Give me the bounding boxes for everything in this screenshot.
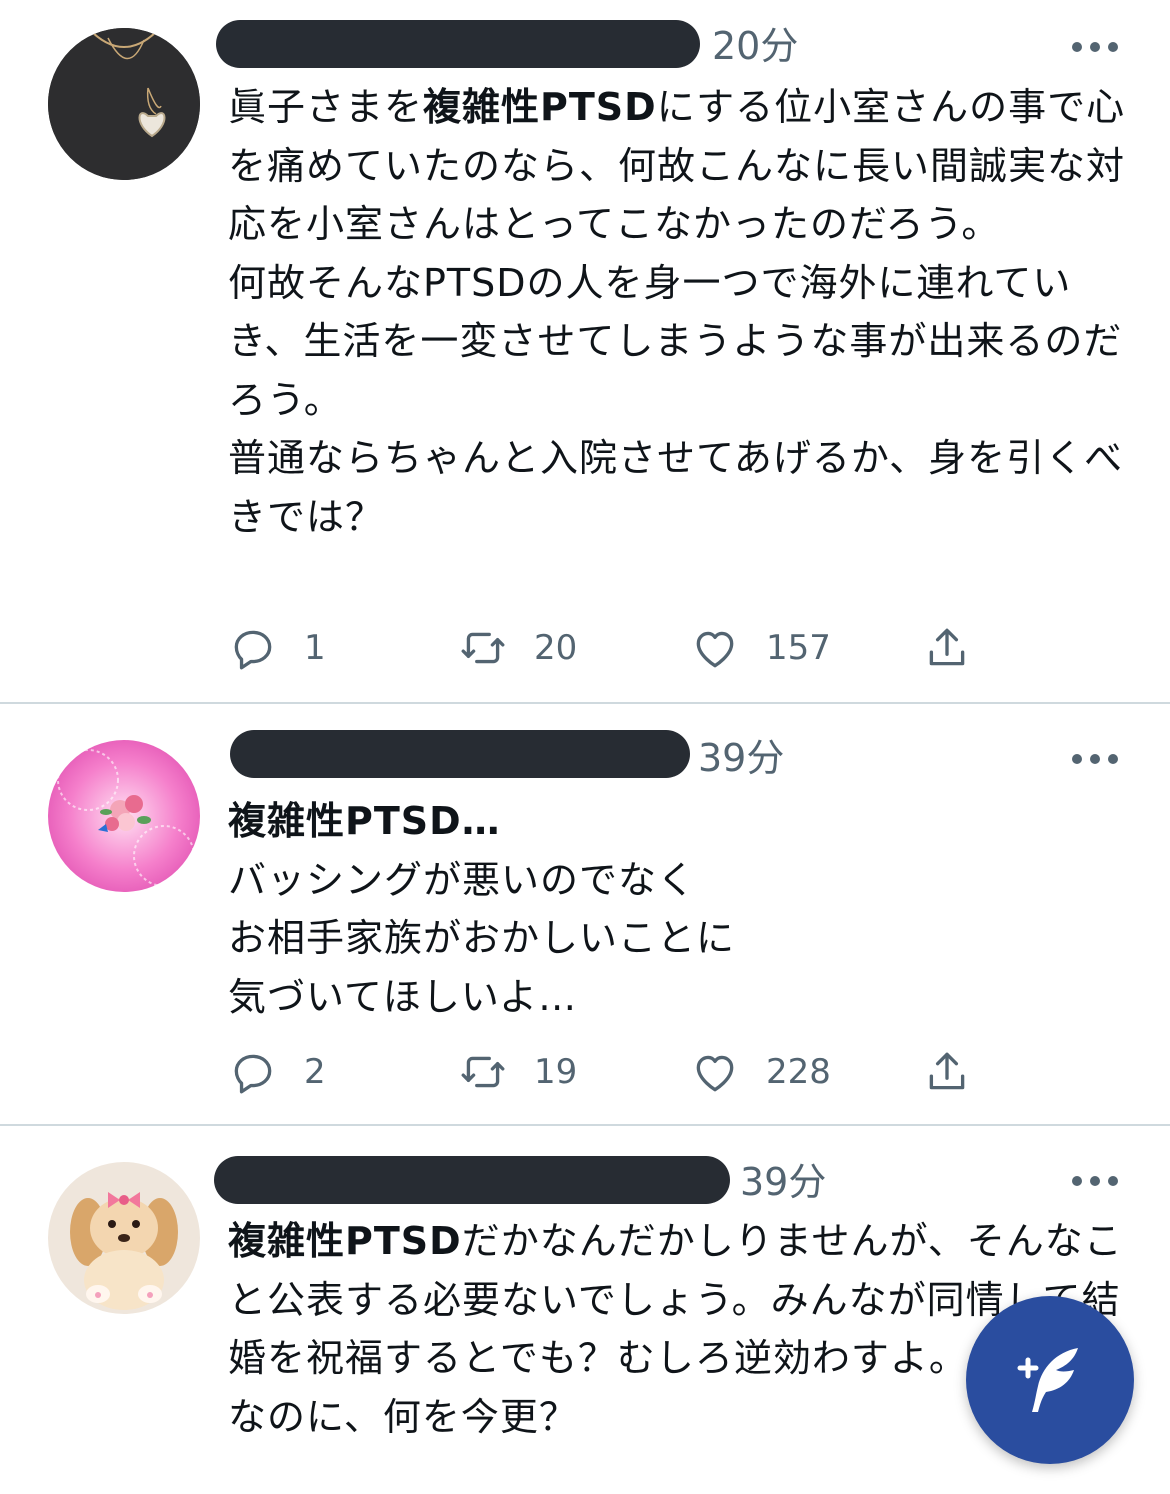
tweet-text-segment: バッシングが悪いのでなく お相手家族がおかしいことに 気づいてほしいよ…	[228, 857, 736, 1019]
reply-icon	[234, 1054, 272, 1094]
avatar[interactable]	[48, 28, 200, 180]
avatar-flower-image	[48, 740, 200, 892]
retweet-count: 19	[534, 1052, 578, 1092]
heart-icon	[696, 631, 734, 668]
redacted-username	[216, 20, 700, 68]
tweet-text: 複雑性PTSD… バッシングが悪いのでなく お相手家族がおかしいことに 気づいて…	[228, 792, 1128, 1026]
reply-count: 1	[304, 628, 326, 668]
more-icon[interactable]	[1072, 754, 1118, 764]
like-count: 228	[766, 1052, 831, 1092]
avatar-plush-dog-image	[48, 1162, 200, 1314]
tweet-time: 20分	[712, 24, 799, 68]
avatar[interactable]	[48, 740, 200, 892]
retweet-button[interactable]: 20	[458, 622, 577, 674]
like-button[interactable]: 228	[690, 1046, 831, 1098]
compose-tweet-icon	[1017, 1348, 1078, 1412]
share-button[interactable]	[922, 622, 972, 674]
retweet-icon	[461, 1056, 505, 1088]
tweet-text-bold: 複雑性PTSD	[423, 85, 657, 129]
tweet-text-bold: 複雑性PTSD	[228, 1219, 462, 1263]
retweet-button[interactable]: 19	[458, 1046, 577, 1098]
tweet-2[interactable]: 39分 複雑性PTSD… バッシングが悪いのでなく お相手家族がおかしいことに …	[0, 704, 1170, 1124]
like-count: 157	[766, 628, 831, 668]
tweet-text-segment: にする位小室さんの事で心を痛めていたのなら、何故こんなに長い間誠実な対応を小室さ…	[228, 85, 1126, 539]
reply-button[interactable]: 2	[228, 1046, 326, 1098]
like-button[interactable]: 157	[690, 622, 831, 674]
avatar-necklace-image	[48, 28, 200, 180]
retweet-icon	[461, 632, 505, 664]
reply-count: 2	[304, 1052, 326, 1092]
heart-icon	[696, 1055, 734, 1092]
share-icon	[929, 1052, 965, 1090]
tweet-time: 39分	[740, 1160, 827, 1204]
more-icon[interactable]	[1072, 1176, 1118, 1186]
tweet-1[interactable]: 20分 眞子さまを複雑性PTSDにする位小室さんの事で心を痛めていたのなら、何故…	[0, 0, 1170, 702]
share-icon	[929, 628, 965, 666]
avatar[interactable]	[48, 1162, 200, 1314]
redacted-username	[214, 1156, 730, 1204]
tweet-actions: 1 20 157	[228, 622, 988, 674]
redacted-username	[230, 730, 690, 778]
tweet-actions: 2 19 228	[228, 1046, 988, 1098]
tweet-text-segment: 眞子さまを	[228, 85, 424, 129]
more-icon[interactable]	[1072, 42, 1118, 52]
tweet-text: 眞子さまを複雑性PTSDにする位小室さんの事で心を痛めていたのなら、何故こんなに…	[228, 78, 1128, 546]
share-button[interactable]	[922, 1046, 972, 1098]
retweet-count: 20	[534, 628, 578, 668]
reply-icon	[234, 630, 272, 670]
compose-tweet-button[interactable]	[966, 1296, 1134, 1464]
reply-button[interactable]: 1	[228, 622, 326, 674]
tweet-text-bold: 複雑性PTSD…	[228, 799, 501, 843]
tweet-time: 39分	[698, 736, 785, 780]
